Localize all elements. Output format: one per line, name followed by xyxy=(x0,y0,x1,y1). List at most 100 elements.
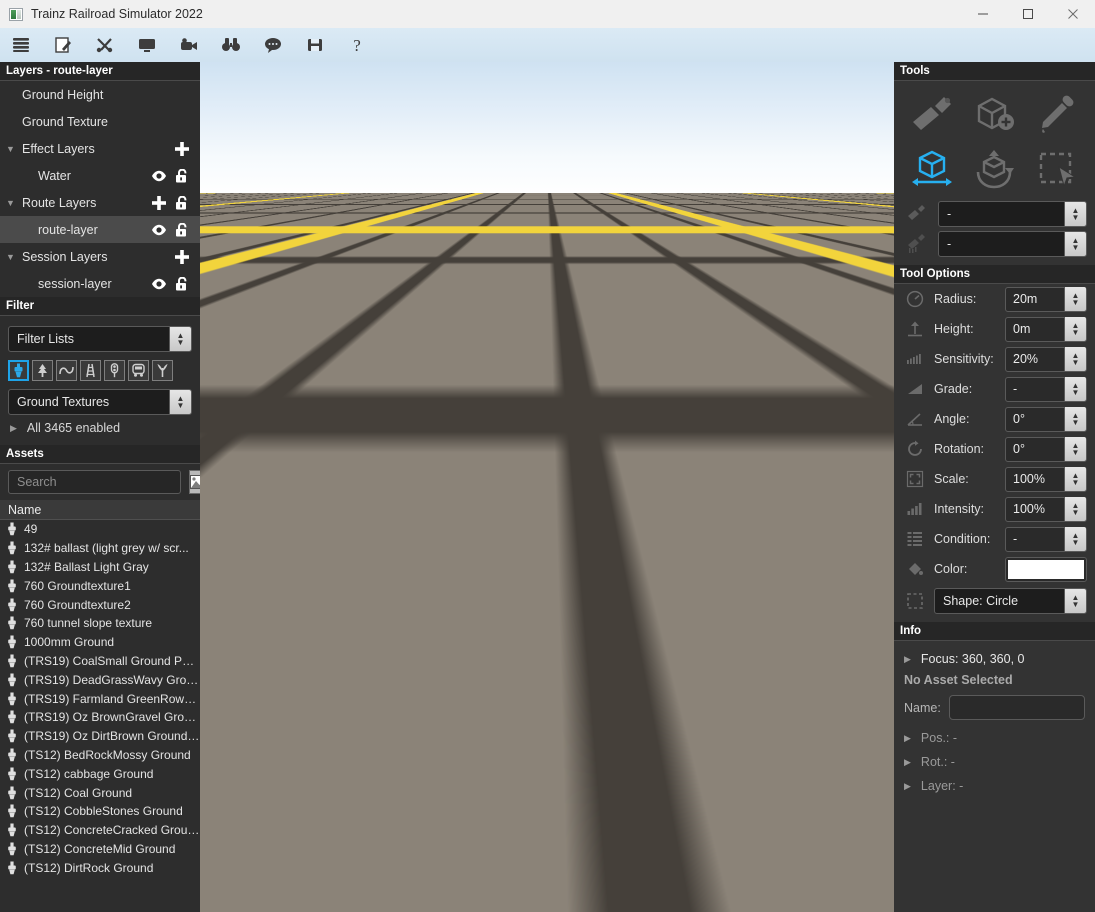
chevron-down-icon[interactable]: ▼ xyxy=(6,252,22,262)
layer-row-ground-height[interactable]: Ground Height xyxy=(0,81,200,108)
train-filter-icon[interactable] xyxy=(128,360,149,381)
option-spinner[interactable]: ▲ ▼ xyxy=(1064,377,1086,401)
asset-list-item[interactable]: 760 Groundtexture1 xyxy=(0,576,200,595)
layer-row-route-layer[interactable]: route-layer xyxy=(0,216,200,243)
tools-icon[interactable] xyxy=(84,30,126,60)
ground-grid[interactable] xyxy=(200,193,894,912)
add-layer-icon[interactable] xyxy=(151,195,167,211)
asset-list-item[interactable]: 132# Ballast Light Gray xyxy=(0,558,200,577)
option-spinner[interactable]: ▲ ▼ xyxy=(1064,437,1086,461)
3d-route-viewport[interactable] xyxy=(200,62,894,912)
brush-dropdown[interactable]: - ▲ ▼ xyxy=(938,201,1087,227)
rotate-object-tool-icon[interactable] xyxy=(966,143,1022,195)
asset-list-item[interactable]: 1000mm Ground xyxy=(0,633,200,652)
chevron-down-icon[interactable]: ▼ xyxy=(6,144,22,154)
layer-row-session-layers[interactable]: ▼ Session Layers xyxy=(0,243,200,270)
lock-icon[interactable] xyxy=(175,168,190,183)
asset-list-item[interactable]: (TS12) ConcreteMid Ground xyxy=(0,840,200,859)
move-object-tool-icon[interactable] xyxy=(904,143,960,195)
option-spinner[interactable]: ▲ ▼ xyxy=(1064,347,1086,371)
option-field[interactable]: - ▲ ▼ xyxy=(1005,376,1087,402)
texture-spinner[interactable]: ▲ ▼ xyxy=(1064,232,1086,256)
asset-list-item[interactable]: 760 tunnel slope texture xyxy=(0,614,200,633)
option-field[interactable]: 100% ▲ ▼ xyxy=(1005,496,1087,522)
option-spinner[interactable]: ▲ ▼ xyxy=(1064,407,1086,431)
asset-list-item[interactable]: (TRS19) Oz BrownGravel Grou... xyxy=(0,708,200,727)
add-layer-icon[interactable] xyxy=(174,141,190,157)
shape-dropdown[interactable]: Shape: Circle ▲ ▼ xyxy=(934,588,1087,614)
add-layer-icon[interactable] xyxy=(174,249,190,265)
eyedropper-tool-icon[interactable] xyxy=(1029,89,1085,141)
brush-spinner[interactable]: ▲ ▼ xyxy=(1064,202,1086,226)
info-row-pos[interactable]: ▶ Pos.: - xyxy=(894,726,1095,750)
spline-filter-icon[interactable] xyxy=(56,360,77,381)
close-button[interactable] xyxy=(1050,0,1095,28)
add-object-tool-icon[interactable] xyxy=(966,89,1022,141)
option-spinner[interactable]: ▲ ▼ xyxy=(1064,287,1086,311)
layer-row-route-layers[interactable]: ▼ Route Layers xyxy=(0,189,200,216)
option-spinner[interactable]: ▲ ▼ xyxy=(1064,467,1086,491)
search-input[interactable] xyxy=(8,470,181,494)
menu-icon[interactable] xyxy=(0,30,42,60)
texture-dropdown[interactable]: - ▲ ▼ xyxy=(938,231,1087,257)
filter-enabled-row[interactable]: ▶ All 3465 enabled xyxy=(0,415,200,441)
layer-row-water[interactable]: Water xyxy=(0,162,200,189)
asset-list-item[interactable]: 760 Groundtexture2 xyxy=(0,595,200,614)
asset-list-item[interactable]: (TRS19) CoalSmall Ground PB... xyxy=(0,652,200,671)
display-icon[interactable] xyxy=(126,30,168,60)
lock-icon[interactable] xyxy=(175,276,190,291)
asset-name-field[interactable] xyxy=(948,695,1085,720)
option-field[interactable]: 0° ▲ ▼ xyxy=(1005,436,1087,462)
asset-list-item[interactable]: 49 xyxy=(0,520,200,539)
chat-icon[interactable] xyxy=(252,30,294,60)
option-spinner[interactable]: ▲ ▼ xyxy=(1064,317,1086,341)
visibility-eye-icon[interactable] xyxy=(151,170,167,182)
asset-type-spinner[interactable]: ▲ ▼ xyxy=(169,390,191,414)
filter-lists-dropdown[interactable]: Filter Lists ▲ ▼ xyxy=(8,326,192,352)
focus-row[interactable]: ▶ Focus: 360, 360, 0 xyxy=(894,647,1095,671)
option-field[interactable]: - ▲ ▼ xyxy=(1005,526,1087,552)
camera-icon[interactable] xyxy=(168,30,210,60)
assets-list[interactable]: 49 132# ballast (light grey w/ scr... 132#… xyxy=(0,520,200,877)
layer-row-effect-layers[interactable]: ▼ Effect Layers xyxy=(0,135,200,162)
maximize-button[interactable] xyxy=(1005,0,1050,28)
paintbrush-filter-icon[interactable] xyxy=(8,360,29,381)
grass-filter-icon[interactable] xyxy=(152,360,173,381)
layer-row-session-layer[interactable]: session-layer xyxy=(0,270,200,297)
lock-icon[interactable] xyxy=(175,222,190,237)
asset-list-item[interactable]: (TS12) ConcreteCracked Ground xyxy=(0,821,200,840)
color-swatch[interactable] xyxy=(1005,556,1087,582)
visibility-eye-icon[interactable] xyxy=(151,224,167,236)
signal-filter-icon[interactable] xyxy=(104,360,125,381)
info-row-rot[interactable]: ▶ Rot.: - xyxy=(894,750,1095,774)
option-field[interactable]: 20m ▲ ▼ xyxy=(1005,286,1087,312)
option-field[interactable]: 0° ▲ ▼ xyxy=(1005,406,1087,432)
option-spinner[interactable]: ▲ ▼ xyxy=(1064,527,1086,551)
tree-filter-icon[interactable] xyxy=(32,360,53,381)
info-row-layer[interactable]: ▶ Layer: - xyxy=(894,774,1095,798)
shape-spinner[interactable]: ▲ ▼ xyxy=(1064,589,1086,613)
option-field[interactable]: 0m ▲ ▼ xyxy=(1005,316,1087,342)
layer-row-ground-texture[interactable]: Ground Texture xyxy=(0,108,200,135)
asset-list-item[interactable]: (TRS19) Oz DirtBrown Ground ... xyxy=(0,727,200,746)
asset-list-item[interactable]: (TS12) Coal Ground xyxy=(0,783,200,802)
paintbrush-tool-icon[interactable] xyxy=(904,89,960,141)
asset-list-item[interactable]: (TRS19) Farmland GreenRows ... xyxy=(0,689,200,708)
asset-list-item[interactable]: 132# ballast (light grey w/ scr... xyxy=(0,539,200,558)
option-spinner[interactable]: ▲ ▼ xyxy=(1064,497,1086,521)
lock-icon[interactable] xyxy=(175,195,190,210)
help-icon[interactable]: ? xyxy=(336,30,378,60)
edit-icon[interactable] xyxy=(42,30,84,60)
track-filter-icon[interactable] xyxy=(80,360,101,381)
option-field[interactable]: 100% ▲ ▼ xyxy=(1005,466,1087,492)
asset-list-item[interactable]: (TS12) CobbleStones Ground xyxy=(0,802,200,821)
asset-list-item[interactable]: (TS12) DirtRock Ground xyxy=(0,858,200,877)
visibility-eye-icon[interactable] xyxy=(151,278,167,290)
filter-lists-spinner[interactable]: ▲ ▼ xyxy=(169,327,191,351)
option-field[interactable]: 20% ▲ ▼ xyxy=(1005,346,1087,372)
asset-list-item[interactable]: (TS12) BedRockMossy Ground xyxy=(0,746,200,765)
image-thumbnail-icon[interactable] xyxy=(189,470,200,494)
chevron-down-icon[interactable]: ▼ xyxy=(6,198,22,208)
asset-list-item[interactable]: (TS12) cabbage Ground xyxy=(0,764,200,783)
minimize-button[interactable] xyxy=(960,0,1005,28)
